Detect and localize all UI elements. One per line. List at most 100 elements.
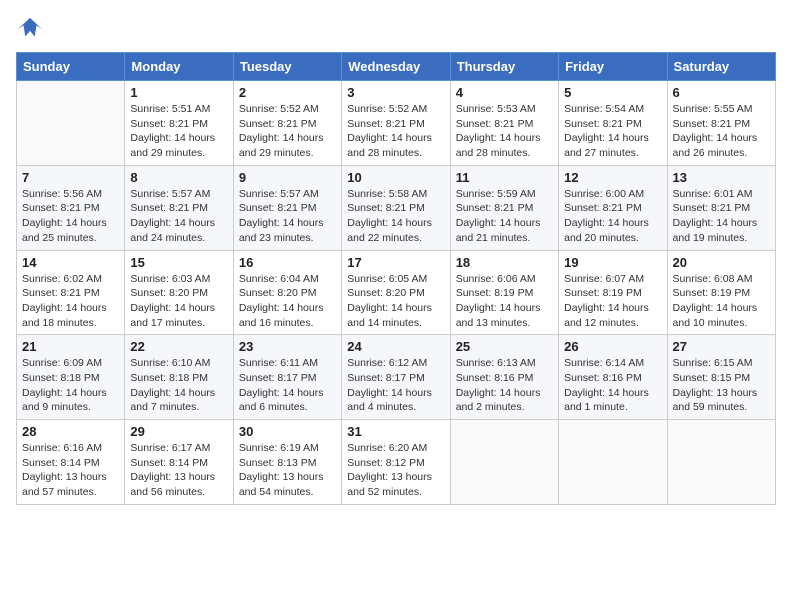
day-number: 17 [347,255,444,270]
calendar-cell: 1 Sunrise: 5:51 AM Sunset: 8:21 PM Daylig… [125,81,233,166]
calendar-cell: 23 Sunrise: 6:11 AM Sunset: 8:17 PM Dayli… [233,335,341,420]
day-info: Sunrise: 6:19 AM Sunset: 8:13 PM Dayligh… [239,441,336,500]
calendar-cell: 15Sunrise: 6:03 AM Sunset: 8:20 PM Dayli… [125,250,233,335]
calendar-cell [559,420,667,505]
day-info: Sunrise: 5:52 AM Sunset: 8:21 PM Dayligh… [347,102,444,161]
calendar-cell [667,420,775,505]
day-number: 9 [239,170,336,185]
day-info: Sunrise: 5:59 AM Sunset: 8:21 PM Dayligh… [456,187,553,246]
calendar-cell: 28 Sunrise: 6:16 AM Sunset: 8:14 PM Dayli… [17,420,125,505]
weekday-header-sunday: Sunday [17,53,125,81]
calendar-cell [450,420,558,505]
calendar-cell: 25 Sunrise: 6:13 AM Sunset: 8:16 PM Dayli… [450,335,558,420]
day-number: 3 [347,85,444,100]
day-number: 19 [564,255,661,270]
day-number: 15 [130,255,227,270]
day-info: Sunrise: 6:01 AM Sunset: 8:21 PM Dayligh… [673,187,770,246]
day-info: Sunrise: 6:08 AM Sunset: 8:19 PM Dayligh… [673,272,770,331]
calendar-cell [17,81,125,166]
day-number: 8 [130,170,227,185]
day-number: 4 [456,85,553,100]
calendar-cell: 13 Sunrise: 6:01 AM Sunset: 8:21 PM Dayli… [667,165,775,250]
day-info: Sunrise: 6:12 AM Sunset: 8:17 PM Dayligh… [347,356,444,415]
day-info: Sunrise: 6:09 AM Sunset: 8:18 PM Dayligh… [22,356,119,415]
day-info: Sunrise: 5:57 AM Sunset: 8:21 PM Dayligh… [239,187,336,246]
day-number: 23 [239,339,336,354]
day-info: Sunrise: 6:20 AM Sunset: 8:12 PM Dayligh… [347,441,444,500]
day-number: 24 [347,339,444,354]
day-number: 18 [456,255,553,270]
calendar-cell: 29Sunrise: 6:17 AM Sunset: 8:14 PM Dayli… [125,420,233,505]
day-number: 31 [347,424,444,439]
calendar-cell: 2 Sunrise: 5:52 AM Sunset: 8:21 PM Daylig… [233,81,341,166]
calendar-cell: 19Sunrise: 6:07 AM Sunset: 8:19 PM Dayli… [559,250,667,335]
calendar-cell: 27 Sunrise: 6:15 AM Sunset: 8:15 PM Dayli… [667,335,775,420]
calendar-cell: 30Sunrise: 6:19 AM Sunset: 8:13 PM Dayli… [233,420,341,505]
weekday-header-monday: Monday [125,53,233,81]
weekday-header-friday: Friday [559,53,667,81]
day-info: Sunrise: 6:04 AM Sunset: 8:20 PM Dayligh… [239,272,336,331]
day-info: Sunrise: 6:11 AM Sunset: 8:17 PM Dayligh… [239,356,336,415]
day-info: Sunrise: 5:57 AM Sunset: 8:21 PM Dayligh… [130,187,227,246]
day-number: 6 [673,85,770,100]
day-info: Sunrise: 5:51 AM Sunset: 8:21 PM Dayligh… [130,102,227,161]
calendar-cell: 16 Sunrise: 6:04 AM Sunset: 8:20 PM Dayli… [233,250,341,335]
calendar-cell: 9 Sunrise: 5:57 AM Sunset: 8:21 PM Daylig… [233,165,341,250]
day-info: Sunrise: 5:52 AM Sunset: 8:21 PM Dayligh… [239,102,336,161]
day-number: 1 [130,85,227,100]
day-number: 28 [22,424,119,439]
day-info: Sunrise: 5:58 AM Sunset: 8:21 PM Dayligh… [347,187,444,246]
day-number: 13 [673,170,770,185]
calendar-cell: 18 Sunrise: 6:06 AM Sunset: 8:19 PM Dayli… [450,250,558,335]
day-info: Sunrise: 6:05 AM Sunset: 8:20 PM Dayligh… [347,272,444,331]
day-info: Sunrise: 5:54 AM Sunset: 8:21 PM Dayligh… [564,102,661,161]
logo [16,16,48,44]
weekday-header-saturday: Saturday [667,53,775,81]
calendar-cell: 22 Sunrise: 6:10 AM Sunset: 8:18 PM Dayli… [125,335,233,420]
calendar-cell: 10 Sunrise: 5:58 AM Sunset: 8:21 PM Dayli… [342,165,450,250]
day-number: 7 [22,170,119,185]
day-number: 16 [239,255,336,270]
calendar-cell: 17 Sunrise: 6:05 AM Sunset: 8:20 PM Dayli… [342,250,450,335]
day-info: Sunrise: 5:53 AM Sunset: 8:21 PM Dayligh… [456,102,553,161]
day-number: 26 [564,339,661,354]
calendar-cell: 24 Sunrise: 6:12 AM Sunset: 8:17 PM Dayli… [342,335,450,420]
calendar-cell: 14 Sunrise: 6:02 AM Sunset: 8:21 PM Dayli… [17,250,125,335]
day-info: Sunrise: 6:15 AM Sunset: 8:15 PM Dayligh… [673,356,770,415]
day-number: 27 [673,339,770,354]
calendar-cell: 21 Sunrise: 6:09 AM Sunset: 8:18 PM Dayli… [17,335,125,420]
day-number: 11 [456,170,553,185]
calendar-cell: 4 Sunrise: 5:53 AM Sunset: 8:21 PM Daylig… [450,81,558,166]
day-info: Sunrise: 6:06 AM Sunset: 8:19 PM Dayligh… [456,272,553,331]
day-number: 10 [347,170,444,185]
calendar-table: SundayMondayTuesdayWednesdayThursdayFrid… [16,52,776,505]
day-number: 22 [130,339,227,354]
day-info: Sunrise: 6:02 AM Sunset: 8:21 PM Dayligh… [22,272,119,331]
calendar-cell: 6 Sunrise: 5:55 AM Sunset: 8:21 PM Daylig… [667,81,775,166]
day-info: Sunrise: 5:55 AM Sunset: 8:21 PM Dayligh… [673,102,770,161]
weekday-header-thursday: Thursday [450,53,558,81]
day-info: Sunrise: 5:56 AM Sunset: 8:21 PM Dayligh… [22,187,119,246]
day-number: 20 [673,255,770,270]
day-info: Sunrise: 6:16 AM Sunset: 8:14 PM Dayligh… [22,441,119,500]
day-number: 25 [456,339,553,354]
day-info: Sunrise: 6:17 AM Sunset: 8:14 PM Dayligh… [130,441,227,500]
calendar-cell: 11 Sunrise: 5:59 AM Sunset: 8:21 PM Dayli… [450,165,558,250]
calendar-cell: 5 Sunrise: 5:54 AM Sunset: 8:21 PM Daylig… [559,81,667,166]
day-number: 14 [22,255,119,270]
weekday-header-tuesday: Tuesday [233,53,341,81]
calendar-cell: 8 Sunrise: 5:57 AM Sunset: 8:21 PM Daylig… [125,165,233,250]
calendar-cell: 12Sunrise: 6:00 AM Sunset: 8:21 PM Dayli… [559,165,667,250]
logo-icon [16,16,44,44]
calendar-cell: 31 Sunrise: 6:20 AM Sunset: 8:12 PM Dayli… [342,420,450,505]
day-info: Sunrise: 6:00 AM Sunset: 8:21 PM Dayligh… [564,187,661,246]
day-number: 5 [564,85,661,100]
day-number: 21 [22,339,119,354]
day-number: 2 [239,85,336,100]
day-info: Sunrise: 6:13 AM Sunset: 8:16 PM Dayligh… [456,356,553,415]
day-info: Sunrise: 6:10 AM Sunset: 8:18 PM Dayligh… [130,356,227,415]
calendar-cell: 20 Sunrise: 6:08 AM Sunset: 8:19 PM Dayli… [667,250,775,335]
calendar-cell: 26Sunrise: 6:14 AM Sunset: 8:16 PM Dayli… [559,335,667,420]
weekday-header-wednesday: Wednesday [342,53,450,81]
calendar-cell: 3 Sunrise: 5:52 AM Sunset: 8:21 PM Daylig… [342,81,450,166]
